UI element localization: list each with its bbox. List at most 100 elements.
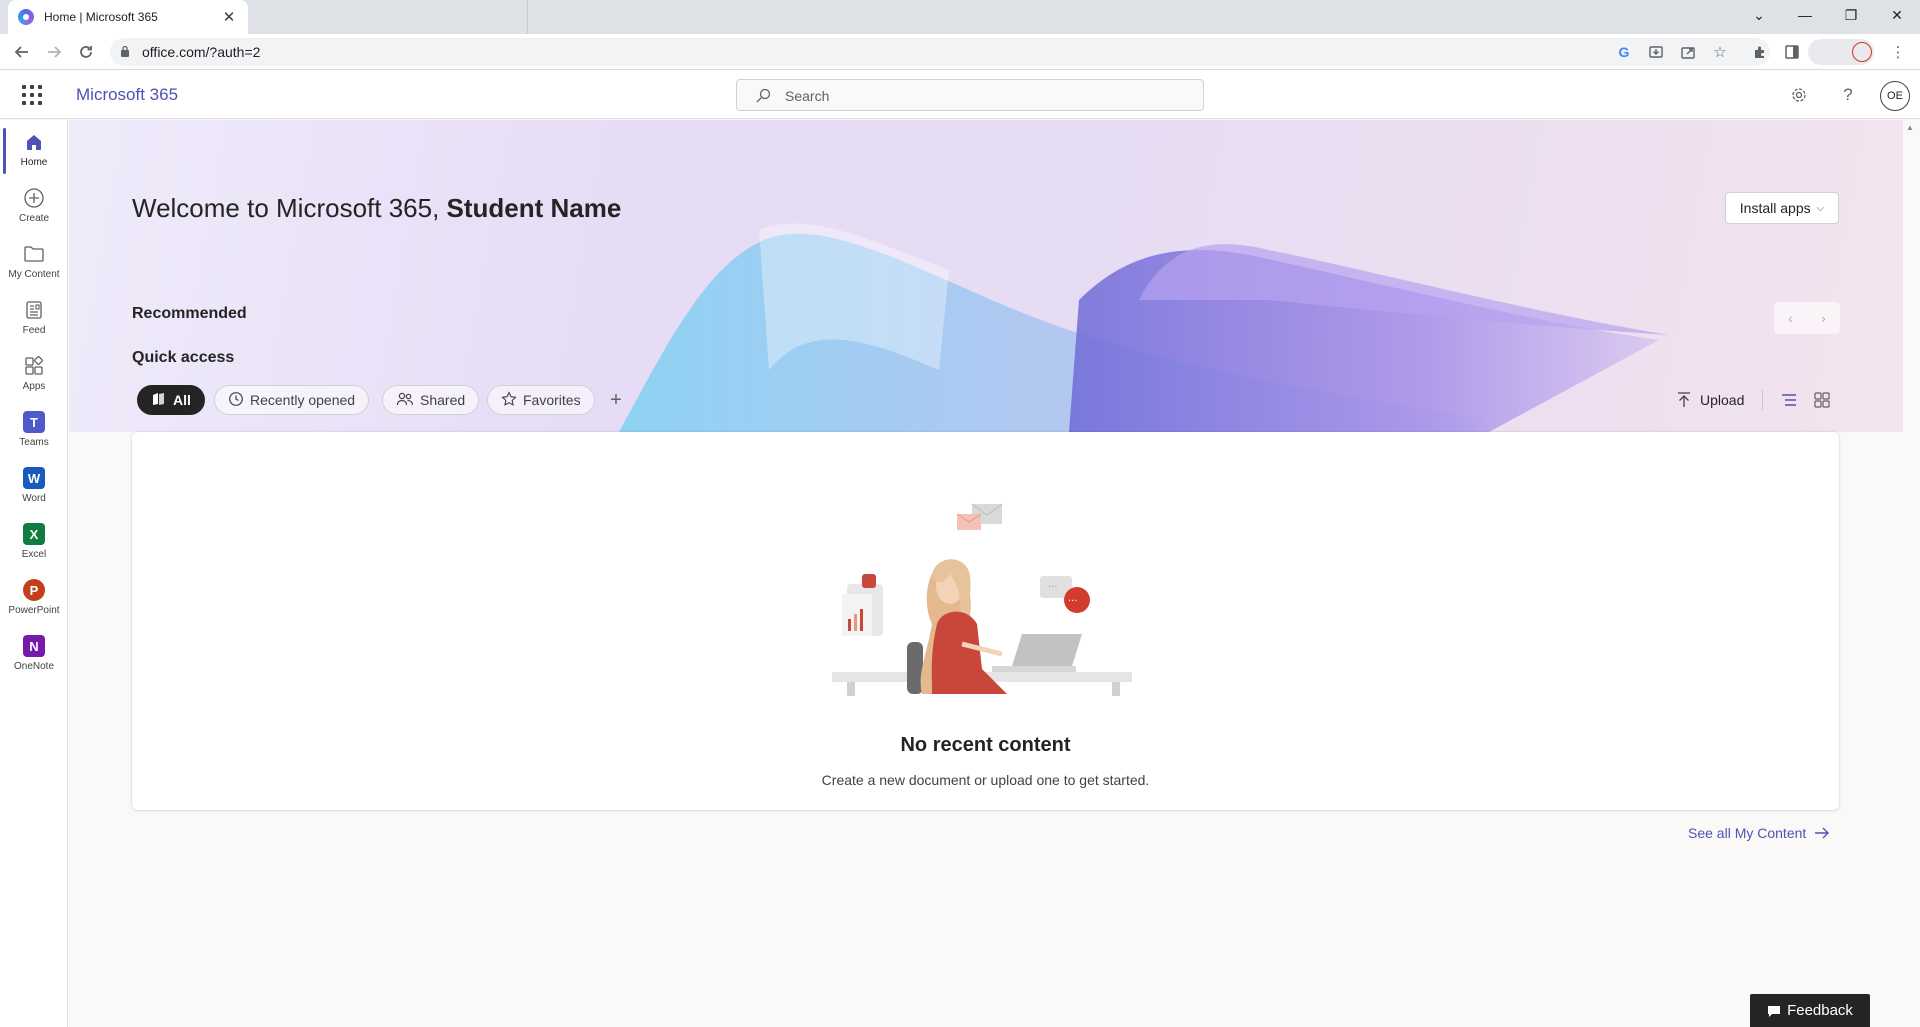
- filter-all[interactable]: All: [137, 385, 205, 415]
- filter-label: Recently opened: [250, 392, 356, 408]
- filter-label: All: [173, 392, 191, 408]
- rail-item-apps[interactable]: Apps: [0, 348, 68, 402]
- left-rail: Home Create My Content Feed Apps T Teams…: [0, 120, 68, 1027]
- minimize-icon[interactable]: —: [1782, 0, 1828, 30]
- search-placeholder: Search: [785, 88, 830, 104]
- list-view-icon[interactable]: [1778, 389, 1800, 411]
- rail-label: Teams: [19, 437, 49, 448]
- chevron-left-icon[interactable]: ‹: [1774, 302, 1807, 334]
- rail-item-feed[interactable]: Feed: [0, 292, 68, 346]
- filter-label: Favorites: [523, 392, 581, 408]
- settings-gear-icon[interactable]: [1787, 83, 1811, 107]
- add-filter-icon[interactable]: +: [604, 386, 628, 414]
- rail-item-onenote[interactable]: N OneNote: [0, 628, 68, 682]
- rail-label: Feed: [22, 325, 46, 336]
- upload-button[interactable]: Upload: [1676, 386, 1744, 414]
- install-apps-label: Install apps: [1739, 200, 1811, 216]
- rail-label: Excel: [21, 549, 47, 560]
- rail-item-create[interactable]: Create: [0, 180, 68, 234]
- rail-label: PowerPoint: [8, 605, 60, 616]
- avatar[interactable]: OE: [1880, 81, 1910, 111]
- svg-text:···: ···: [1048, 582, 1058, 593]
- empty-state-illustration: ··· ···: [832, 503, 1132, 696]
- filter-recently-opened[interactable]: Recently opened: [214, 385, 370, 415]
- rail-label: Create: [18, 213, 49, 224]
- star-icon: [501, 390, 517, 410]
- browser-toolbar: office.com/?auth=2 G ☆ ⋮: [0, 34, 1920, 70]
- powerpoint-icon: P: [22, 578, 46, 602]
- browser-tab[interactable]: Home | Microsoft 365 ✕: [8, 0, 248, 34]
- reload-icon[interactable]: [72, 38, 100, 66]
- folder-icon: [22, 242, 46, 266]
- rail-item-powerpoint[interactable]: P PowerPoint: [0, 572, 68, 626]
- scrollbar-up-arrow-icon[interactable]: ▲: [1906, 123, 1914, 132]
- filter-label: Shared: [420, 392, 466, 408]
- quick-access-card: ··· ··· No recent content Create a new d…: [132, 432, 1839, 810]
- google-icon[interactable]: G: [1610, 38, 1638, 66]
- forward-icon[interactable]: [40, 38, 68, 66]
- extensions-icon[interactable]: [1746, 38, 1774, 66]
- share-icon[interactable]: [1674, 38, 1702, 66]
- rail-label: Apps: [22, 381, 46, 392]
- feedback-chat-icon: [1768, 1005, 1781, 1017]
- rail-label: Home: [20, 157, 48, 168]
- people-icon: [396, 391, 414, 410]
- rail-item-home[interactable]: Home: [0, 124, 68, 178]
- install-icon[interactable]: [1642, 38, 1670, 66]
- user-name: Student Name: [446, 193, 622, 223]
- search-box[interactable]: Search: [736, 79, 1204, 111]
- brand-title[interactable]: Microsoft 365: [76, 85, 178, 105]
- upload-label: Upload: [1700, 392, 1745, 408]
- empty-state-title: No recent content: [900, 734, 1071, 756]
- see-all-label: See all My Content: [1688, 825, 1807, 841]
- restore-icon[interactable]: ❐: [1828, 0, 1874, 30]
- browser-tabstrip: Home | Microsoft 365 ✕ ⌄ — ❐ ✕: [0, 0, 1920, 34]
- tab-search-icon[interactable]: ⌄: [1736, 0, 1782, 30]
- toolbar-divider: [1762, 390, 1763, 410]
- rail-label: OneNote: [13, 661, 55, 672]
- rail-item-my-content[interactable]: My Content: [0, 236, 68, 290]
- tab-close-icon[interactable]: ✕: [220, 8, 238, 26]
- svg-text:···: ···: [1068, 596, 1078, 607]
- menu-icon[interactable]: ⋮: [1884, 38, 1912, 66]
- word-icon: W: [22, 466, 46, 490]
- lock-icon[interactable]: [120, 45, 130, 57]
- rail-item-excel[interactable]: X Excel: [0, 516, 68, 570]
- quick-access-title: Quick access: [132, 349, 235, 366]
- feedback-label: Feedback: [1787, 1002, 1853, 1019]
- chevron-down-icon: ⌵: [1816, 202, 1825, 214]
- install-apps-button[interactable]: Install apps ⌵: [1725, 192, 1839, 224]
- see-all-my-content-link[interactable]: See all My Content: [1688, 825, 1830, 841]
- app-header: Microsoft 365 Search ? OE: [0, 71, 1920, 119]
- create-icon: [22, 186, 46, 210]
- upload-icon: [1678, 392, 1690, 407]
- clock-icon: [228, 391, 244, 410]
- rail-label: Word: [22, 493, 46, 504]
- star-icon[interactable]: ☆: [1706, 38, 1734, 66]
- tab-title: Home | Microsoft 365: [44, 10, 158, 24]
- rail-item-word[interactable]: W Word: [0, 460, 68, 514]
- feedback-button[interactable]: Feedback: [1750, 994, 1870, 1027]
- app-launcher-icon[interactable]: [22, 85, 42, 105]
- home-icon: [22, 130, 46, 154]
- rail-label: My Content: [8, 269, 60, 280]
- welcome-heading: Welcome to Microsoft 365, Student Name: [132, 193, 621, 224]
- back-icon[interactable]: [8, 38, 36, 66]
- teams-icon: T: [22, 410, 46, 434]
- grid-view-icon[interactable]: [1811, 389, 1833, 411]
- help-icon[interactable]: ?: [1836, 83, 1860, 107]
- feed-icon: [22, 298, 46, 322]
- chevron-right-icon[interactable]: ›: [1807, 302, 1840, 334]
- filter-favorites[interactable]: Favorites: [487, 385, 595, 415]
- url-text[interactable]: office.com/?auth=2: [142, 44, 260, 60]
- window-close-icon[interactable]: ✕: [1874, 0, 1920, 30]
- onenote-icon: N: [22, 634, 46, 658]
- profile-chip[interactable]: [1808, 39, 1874, 65]
- apps-icon: [22, 354, 46, 378]
- empty-tab-area: [250, 0, 528, 34]
- filter-shared[interactable]: Shared: [382, 385, 480, 415]
- sidepanel-icon[interactable]: [1778, 38, 1806, 66]
- rail-item-teams[interactable]: T Teams: [0, 404, 68, 458]
- address-bar[interactable]: office.com/?auth=2: [110, 38, 1770, 66]
- empty-state-subtitle: Create a new document or upload one to g…: [821, 772, 1150, 788]
